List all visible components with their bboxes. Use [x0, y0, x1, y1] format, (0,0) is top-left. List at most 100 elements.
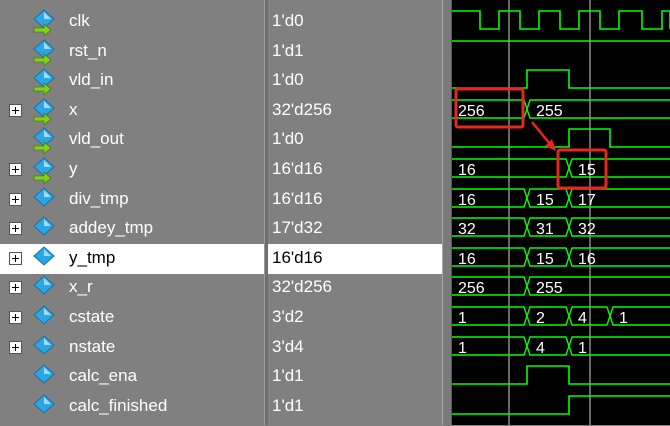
signal-name: calc_finished	[69, 396, 168, 415]
bus-value-label: 4	[578, 310, 587, 327]
expand-button[interactable]	[9, 341, 22, 354]
signal-value: 3'd4	[272, 337, 304, 356]
bus-value-label: 15	[536, 251, 554, 268]
signal-value-row[interactable]: 32'd256	[268, 96, 442, 126]
signal-value-row[interactable]: 16'd16	[268, 185, 442, 215]
signal-value: 32'd256	[272, 100, 332, 119]
signal-icon	[32, 334, 60, 362]
highlight-arrow	[531, 121, 551, 145]
signal-name: rst_n	[69, 41, 107, 60]
bus-value-label: 1	[578, 340, 587, 357]
signal-row-y[interactable]: y	[0, 155, 264, 185]
signal-value: 1'd1	[272, 41, 304, 60]
signal-icon	[32, 67, 60, 96]
digital-wave	[452, 128, 670, 148]
digital-wave	[452, 365, 670, 385]
signal-icon	[32, 215, 60, 243]
signal-row-nstate[interactable]: nstate	[0, 333, 264, 363]
signal-icon	[32, 363, 60, 391]
signal-value: 1'd0	[272, 11, 304, 30]
signal-value: 1'd1	[272, 366, 304, 385]
expand-button[interactable]	[9, 104, 22, 117]
signal-icon	[32, 274, 60, 302]
bus-value-label: 15	[536, 192, 554, 209]
signal-name: vld_in	[69, 70, 114, 89]
expand-button[interactable]	[9, 311, 22, 324]
signal-icon	[32, 97, 60, 126]
expand-button[interactable]	[9, 281, 22, 294]
expand-button[interactable]	[9, 163, 22, 176]
signal-value-row[interactable]: 1'd1	[268, 362, 442, 392]
signal-row-calc-finished[interactable]: calc_finished	[0, 392, 264, 422]
signal-row-x-r[interactable]: x_r	[0, 273, 264, 303]
expand-button[interactable]	[9, 193, 22, 206]
signal-value-row[interactable]: 1'd0	[268, 66, 442, 96]
signal-row-y-tmp[interactable]: y_tmp	[0, 244, 264, 274]
signal-name: x_r	[69, 277, 93, 296]
signal-row-x[interactable]: x	[0, 96, 264, 126]
bus-value-label: 31	[536, 221, 554, 238]
signal-name: cstate	[69, 307, 115, 326]
signal-row-calc-ena[interactable]: calc_ena	[0, 362, 264, 392]
signal-name: addey_tmp	[69, 218, 154, 237]
expand-button[interactable]	[9, 222, 22, 235]
signal-icon	[32, 156, 60, 185]
signal-value: 1'd1	[272, 396, 304, 415]
signal-name-panel: clk rst_n vld_inx vld_outy div_tmp addey_tmpy…	[0, 0, 264, 425]
signal-value-row[interactable]: 3'd4	[268, 333, 442, 363]
signal-value: 1'd0	[272, 70, 304, 89]
signal-value-row[interactable]: 17'd32	[268, 214, 442, 244]
bus-value-label: 32	[578, 221, 596, 238]
signal-value-row[interactable]: 32'd256	[268, 273, 442, 303]
signal-icon	[32, 393, 60, 421]
bus-value-label: 32	[458, 221, 476, 238]
bus-value-label: 16	[458, 192, 476, 209]
signal-row-rst-n[interactable]: rst_n	[0, 37, 264, 67]
signal-icon	[32, 245, 60, 273]
signal-row-cstate[interactable]: cstate	[0, 303, 264, 333]
signal-value-row[interactable]: 3'd2	[268, 303, 442, 333]
digital-wave	[452, 10, 670, 30]
signal-icon	[32, 38, 60, 67]
signal-value-row[interactable]: 1'd0	[268, 125, 442, 155]
signal-value-row[interactable]: 1'd1	[268, 392, 442, 422]
signal-value-row[interactable]: 16'd16	[268, 155, 442, 185]
bus-value-label: 16	[578, 251, 596, 268]
bus-value-label: 256	[458, 103, 485, 120]
signal-value: 17'd32	[272, 218, 323, 237]
bus-value-label: 1	[619, 310, 628, 327]
signal-row-vld-out[interactable]: vld_out	[0, 125, 264, 155]
panel-splitter[interactable]	[442, 0, 452, 425]
signal-row-addey-tmp[interactable]: addey_tmp	[0, 214, 264, 244]
signal-value-row[interactable]: 1'd0	[268, 7, 442, 37]
signal-name: y	[69, 159, 78, 178]
signal-value-row[interactable]: 16'd16	[268, 244, 442, 274]
waveform-panel[interactable]: 256 255 16 15 16 15 17 32 31 32 16 15 16 256 255 1 2 4 1 1 4…	[452, 0, 670, 425]
signal-name: vld_out	[69, 129, 124, 148]
bus-value-label: 1	[458, 310, 467, 327]
signal-value-panel: 1'd0 1'd1 1'd0 32'd256 1'd0 16'd16 16'd16 17'd3…	[268, 0, 442, 425]
signal-icon	[32, 186, 60, 214]
signal-value-row[interactable]: 1'd1	[268, 37, 442, 67]
signal-row-div-tmp[interactable]: div_tmp	[0, 185, 264, 215]
signal-value: 16'd16	[272, 189, 323, 208]
signal-value: 3'd2	[272, 307, 304, 326]
bus-value-label: 16	[458, 162, 476, 179]
signal-name: y_tmp	[69, 248, 116, 267]
signal-name: nstate	[69, 337, 116, 356]
signal-value: 16'd16	[272, 248, 323, 267]
bus-value-label: 255	[536, 280, 563, 297]
signal-row-clk[interactable]: clk	[0, 7, 264, 37]
bus-value-label: 2	[536, 310, 545, 327]
expand-button[interactable]	[9, 252, 22, 265]
digital-wave	[452, 395, 670, 415]
signal-value: 32'd256	[272, 277, 332, 296]
signal-name: clk	[69, 11, 90, 30]
signal-icon	[32, 304, 60, 332]
signal-value: 16'd16	[272, 159, 323, 178]
signal-name: calc_ena	[69, 366, 138, 385]
signal-name: x	[69, 100, 78, 119]
waveform-canvas: 256 255 16 15 16 15 17 32 31 32 16 15 16 256 255 1 2 4 1 1 4…	[452, 0, 670, 425]
bus-value-label: 15	[578, 162, 596, 179]
signal-row-vld-in[interactable]: vld_in	[0, 66, 264, 96]
